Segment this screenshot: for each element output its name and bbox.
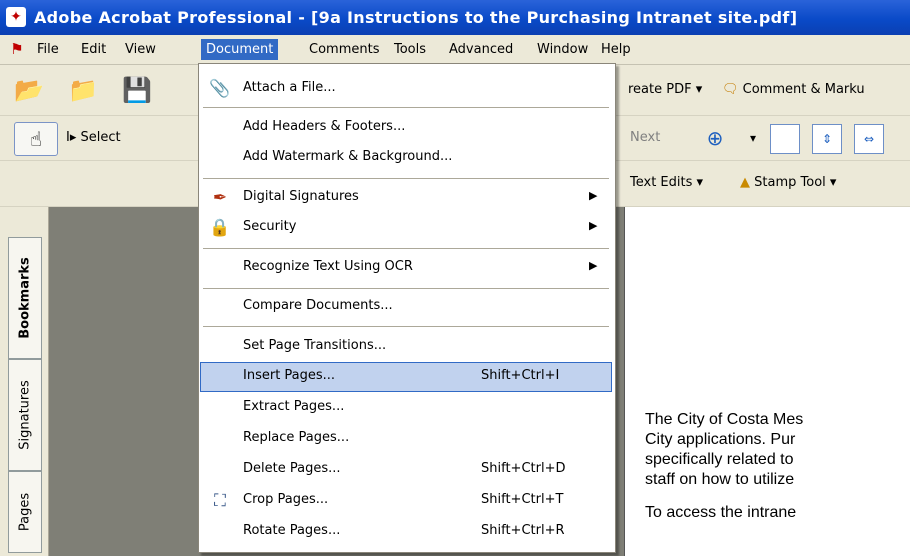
create-pdf-button[interactable]: reate PDF ▾ [628,76,702,104]
menu-item-delete-pages[interactable]: Delete Pages... Shift+Ctrl+D [201,456,611,484]
text-edits-label: Text Edits [630,175,693,190]
lock-icon: 🔒 [209,218,231,238]
menu-item-label: Compare Documents... [243,298,393,313]
menu-separator [203,248,609,249]
document-line: City applications. Pur [645,431,796,448]
menu-item-label: Add Headers & Footers... [243,119,406,134]
menu-item-label: Set Page Transitions... [243,338,387,353]
menu-tools[interactable]: Tools [389,39,431,60]
select-tool-button[interactable]: I▸ Select [66,124,121,152]
menu-document[interactable]: Document [201,39,279,60]
next-button[interactable]: Next [630,124,660,152]
hand-tool-icon[interactable]: ☝ [14,122,58,156]
menu-item-label: Extract Pages... [243,399,345,414]
window-title: Adobe Acrobat Professional - [9a Instruc… [34,8,798,27]
menu-comments[interactable]: Comments [304,39,384,60]
tab-signatures[interactable]: Signatures [8,359,42,471]
document-line: To access the intrane [645,504,797,521]
submenu-arrow-icon: ▶ [589,189,598,202]
acrobat-app-icon[interactable]: ✦ [6,7,26,27]
shortcut-label: Shift+Ctrl+D [481,461,566,476]
menu-item-label: Attach a File... [243,80,336,95]
select-label: Select [80,130,121,145]
signature-pen-icon: ✒ [212,188,228,208]
menu-help[interactable]: Help [596,39,636,60]
menu-item-rotate-pages[interactable]: Rotate Pages... Shift+Ctrl+R [201,518,611,546]
document-line: specifically related to [645,451,794,468]
tab-pages[interactable]: Pages [8,471,42,553]
tab-bookmarks-label: Bookmarks [17,257,33,339]
menu-item-security[interactable]: 🔒 Security ▶ [201,214,611,242]
menu-item-label: Replace Pages... [243,430,350,445]
menu-item-label: Recognize Text Using OCR [243,259,413,274]
menu-item-digital-signatures[interactable]: ✒ Digital Signatures ▶ [201,184,611,212]
menu-window[interactable]: Window [532,39,593,60]
menu-item-label: Rotate Pages... [243,523,341,538]
menu-item-label: Crop Pages... [243,492,329,507]
menu-file[interactable]: File [32,39,64,60]
submenu-arrow-icon: ▶ [589,219,598,232]
crop-icon: ⛶ [214,491,226,511]
menu-edit[interactable]: Edit [76,39,111,60]
menu-item-label: Security [243,219,297,234]
menu-separator [203,288,609,289]
text-edits-button[interactable]: Text Edits ▾ [630,169,703,197]
document-line: staff on how to utilize [645,471,795,488]
title-bar: ✦ Adobe Acrobat Professional - [9a Instr… [0,0,910,35]
submenu-arrow-icon: ▶ [589,259,598,272]
menu-item-label: Add Watermark & Background... [243,149,453,164]
stamp-icon: ▲ [740,175,750,190]
fit-page-icon[interactable]: ⇕ [812,124,842,154]
menu-item-label: Delete Pages... [243,461,341,476]
shortcut-label: Shift+Ctrl+R [481,523,565,538]
menu-item-replace-pages[interactable]: Replace Pages... [201,425,611,453]
tab-signatures-label: Signatures [17,380,33,450]
menu-item-attach-file[interactable]: 📎 Attach a File... [201,75,611,103]
navigation-panel: Bookmarks Signatures Pages [0,207,49,556]
menu-item-page-transitions[interactable]: Set Page Transitions... [201,333,611,361]
comment-markup-button[interactable]: 🗨 Comment & Marku [722,76,865,104]
zoom-dropdown-icon[interactable]: ▾ [736,122,770,154]
menu-item-headers-footers[interactable]: Add Headers & Footers... [201,114,611,142]
text-select-icon: I▸ [66,130,77,145]
tab-pages-label: Pages [17,492,33,532]
document-line: The City of Costa Mes [645,411,804,428]
create-pdf-label: reate PDF [628,82,692,97]
menu-separator [203,326,609,327]
zoom-in-icon[interactable]: ⊕ [698,122,732,154]
organizer-icon[interactable]: 📁 [66,74,100,106]
menu-item-compare-documents[interactable]: Compare Documents... [201,293,611,321]
shortcut-label: Shift+Ctrl+T [481,492,564,507]
stamp-tool-button[interactable]: ▲ Stamp Tool ▾ [740,169,836,197]
pdf-document-icon[interactable]: ⚑ [8,40,26,58]
menu-view[interactable]: View [120,39,161,60]
menu-bar: ⚑ File Edit View Document Comments Tools… [0,35,910,65]
comment-icon: 🗨 [722,82,739,97]
actual-size-icon[interactable] [770,124,800,154]
stamp-tool-label: Stamp Tool [754,175,826,190]
menu-separator [203,178,609,179]
next-label: Next [630,130,661,145]
document-page: The City of Costa Mes City applications.… [624,207,910,556]
shortcut-label: Shift+Ctrl+I [481,368,560,383]
menu-item-extract-pages[interactable]: Extract Pages... [201,394,611,422]
menu-item-label: Insert Pages... [243,368,336,383]
menu-item-watermark[interactable]: Add Watermark & Background... [201,144,611,172]
paperclip-icon: 📎 [209,79,231,99]
open-folder-icon[interactable]: 📂 [12,74,46,106]
comment-markup-label: Comment & Marku [742,82,865,97]
menu-advanced[interactable]: Advanced [444,39,518,60]
menu-item-label: Digital Signatures [243,189,359,204]
save-icon[interactable]: 💾 [120,74,154,106]
menu-separator [203,107,609,108]
menu-item-insert-pages[interactable]: Insert Pages... Shift+Ctrl+I [200,362,612,392]
tab-bookmarks[interactable]: Bookmarks [8,237,42,359]
menu-item-crop-pages[interactable]: ⛶ Crop Pages... Shift+Ctrl+T [201,487,611,515]
document-menu-dropdown: 📎 Attach a File... Add Headers & Footers… [198,63,616,553]
menu-item-ocr[interactable]: Recognize Text Using OCR ▶ [201,254,611,282]
fit-width-icon[interactable]: ⇔ [854,124,884,154]
